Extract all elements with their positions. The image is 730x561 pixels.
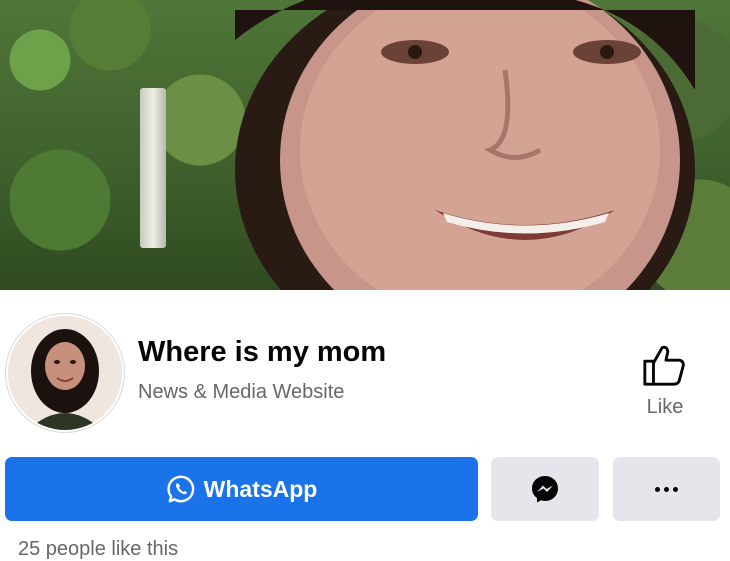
messenger-icon xyxy=(532,476,558,503)
page-title: Where is my mom xyxy=(138,336,387,368)
like-label: Like xyxy=(646,396,684,418)
whatsapp-button[interactable]: WhatsApp xyxy=(5,457,478,521)
messenger-button[interactable] xyxy=(491,457,599,521)
more-dots-icon xyxy=(655,486,678,492)
likes-count: 25 people like this xyxy=(18,538,179,560)
thumbs-up-icon xyxy=(643,345,685,386)
whatsapp-icon xyxy=(167,475,194,503)
avatar-image xyxy=(8,316,122,430)
cover-post xyxy=(140,88,166,248)
whatsapp-button-label: WhatsApp xyxy=(203,475,318,502)
profile-avatar[interactable] xyxy=(6,314,124,432)
cover-photo[interactable] xyxy=(0,0,730,290)
page-category: News & Media Website xyxy=(138,381,345,403)
cover-person-image xyxy=(235,0,695,290)
like-button[interactable]: Like xyxy=(630,340,700,422)
more-options-button[interactable] xyxy=(613,457,720,521)
